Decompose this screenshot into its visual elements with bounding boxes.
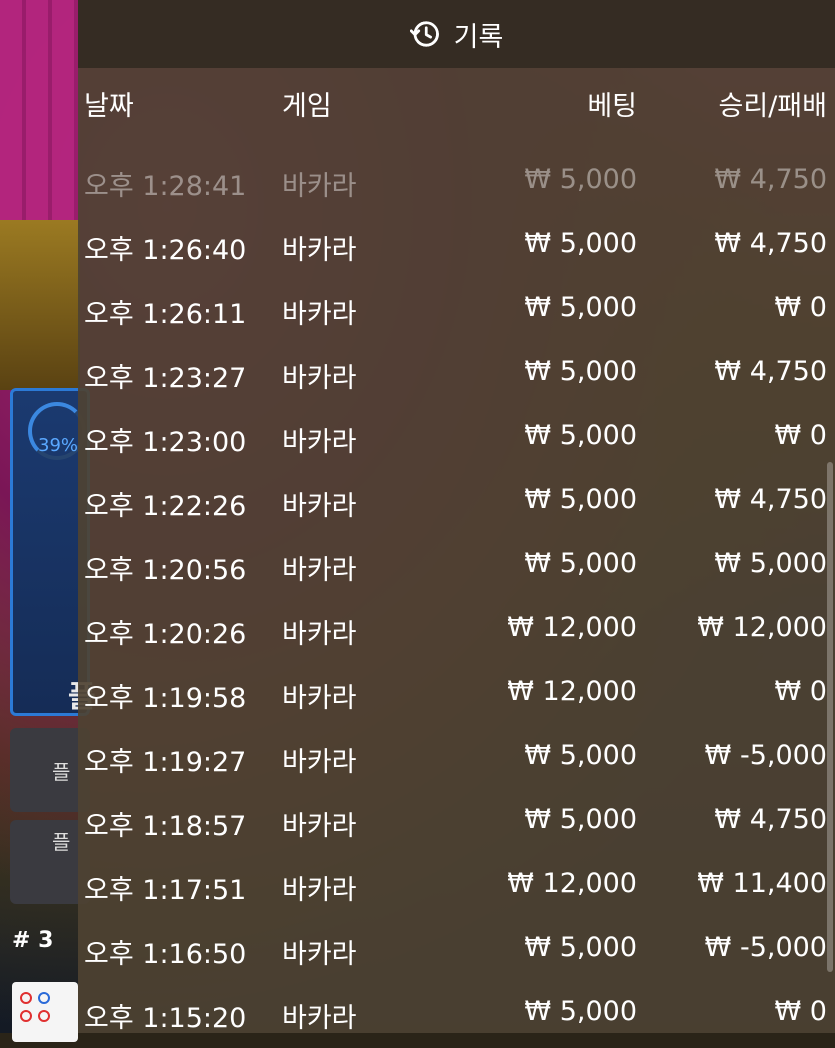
row-game: 바카라 <box>282 939 357 970</box>
row-result: ₩ 4,750 <box>714 804 827 835</box>
row-time: 오후 1:22:26 <box>84 491 247 522</box>
row-result: ₩ 0 <box>774 996 827 1027</box>
table-number: # 3 <box>12 928 54 953</box>
history-row[interactable]: 오후 1:28:41 바카라 ₩ 5,000 ₩ 4,750 <box>78 152 835 216</box>
row-result: ₩ 4,750 <box>714 484 827 515</box>
row-game: 바카라 <box>282 491 357 522</box>
row-bet: ₩ 5,000 <box>524 484 637 515</box>
history-row[interactable]: 오후 1:17:51 바카라 ₩ 12,000 ₩ 11,400 <box>78 856 835 920</box>
row-game: 바카라 <box>282 555 357 586</box>
scrollbar[interactable] <box>827 462 833 972</box>
history-panel: 기록 날짜 게임 베팅 승리/패배 오후 1:28:41 바카라 ₩ 5,000… <box>78 0 835 1034</box>
history-row[interactable]: 오후 1:26:11 바카라 ₩ 5,000 ₩ 0 <box>78 280 835 344</box>
row-bet: ₩ 5,000 <box>524 996 637 1027</box>
row-bet: ₩ 5,000 <box>524 228 637 259</box>
history-row[interactable]: 오후 1:26:40 바카라 ₩ 5,000 ₩ 4,750 <box>78 216 835 280</box>
row-time: 오후 1:26:40 <box>84 235 247 266</box>
side-bet-label: 플 <box>52 760 71 784</box>
row-result: ₩ -5,000 <box>704 932 827 963</box>
row-bet: ₩ 5,000 <box>524 804 637 835</box>
row-game: 바카라 <box>282 1003 357 1034</box>
column-header-bet: 베팅 <box>587 91 637 122</box>
row-bet: ₩ 5,000 <box>524 292 637 323</box>
history-row[interactable]: 오후 1:23:00 바카라 ₩ 5,000 ₩ 0 <box>78 408 835 472</box>
row-bet: ₩ 5,000 <box>524 548 637 579</box>
history-row[interactable]: 오후 1:20:56 바카라 ₩ 5,000 ₩ 5,000 <box>78 536 835 600</box>
row-result: ₩ 0 <box>774 292 827 323</box>
row-result: ₩ 4,750 <box>714 228 827 259</box>
column-header-game: 게임 <box>282 91 332 122</box>
row-bet: ₩ 5,000 <box>524 740 637 771</box>
row-time: 오후 1:23:00 <box>84 427 247 458</box>
row-time: 오후 1:17:51 <box>84 875 247 906</box>
row-result: ₩ 11,400 <box>697 868 827 899</box>
row-game: 바카라 <box>282 875 357 906</box>
row-game: 바카라 <box>282 747 357 778</box>
row-game: 바카라 <box>282 619 357 650</box>
row-time: 오후 1:18:57 <box>84 811 247 842</box>
row-bet: ₩ 5,000 <box>524 356 637 387</box>
row-time: 오후 1:26:11 <box>84 299 247 330</box>
row-time: 오후 1:15:20 <box>84 1003 247 1034</box>
history-row[interactable]: 오후 1:20:26 바카라 ₩ 12,000 ₩ 12,000 <box>78 600 835 664</box>
row-game: 바카라 <box>282 427 357 458</box>
history-row[interactable]: 오후 1:23:27 바카라 ₩ 5,000 ₩ 4,750 <box>78 344 835 408</box>
history-row[interactable]: 오후 1:19:27 바카라 ₩ 5,000 ₩ -5,000 <box>78 728 835 792</box>
row-game: 바카라 <box>282 683 357 714</box>
row-result: ₩ 4,750 <box>714 164 827 195</box>
history-icon <box>409 21 439 47</box>
row-bet: ₩ 12,000 <box>507 676 637 707</box>
row-game: 바카라 <box>282 363 357 394</box>
row-result: ₩ 5,000 <box>714 548 827 579</box>
bead-road <box>12 982 78 1042</box>
row-time: 오후 1:16:50 <box>84 939 247 970</box>
side-bet-label: 플 <box>52 830 71 854</box>
row-result: ₩ 0 <box>774 676 827 707</box>
row-result: ₩ 12,000 <box>697 612 827 643</box>
row-time: 오후 1:28:41 <box>84 171 247 202</box>
row-game: 바카라 <box>282 811 357 842</box>
row-game: 바카라 <box>282 299 357 330</box>
row-bet: ₩ 5,000 <box>524 932 637 963</box>
column-header-winloss: 승리/패배 <box>718 91 827 122</box>
row-game: 바카라 <box>282 235 357 266</box>
column-header-date: 날짜 <box>84 91 134 122</box>
row-time: 오후 1:19:27 <box>84 747 247 778</box>
row-time: 오후 1:20:56 <box>84 555 247 586</box>
row-game: 바카라 <box>282 171 357 202</box>
player-percent: 39% <box>38 435 79 456</box>
history-row[interactable]: 오후 1:16:50 바카라 ₩ 5,000 ₩ -5,000 <box>78 920 835 984</box>
row-result: ₩ 0 <box>774 420 827 451</box>
history-title: 기록 <box>453 21 504 53</box>
row-time: 오후 1:19:58 <box>84 683 247 714</box>
history-row[interactable]: 오후 1:18:57 바카라 ₩ 5,000 ₩ 4,750 <box>78 792 835 856</box>
row-time: 오후 1:23:27 <box>84 363 247 394</box>
history-row[interactable]: 오후 1:22:26 바카라 ₩ 5,000 ₩ 4,750 <box>78 472 835 536</box>
row-bet: ₩ 12,000 <box>507 612 637 643</box>
row-result: ₩ 4,750 <box>714 356 827 387</box>
row-bet: ₩ 5,000 <box>524 420 637 451</box>
row-time: 오후 1:20:26 <box>84 619 247 650</box>
studio-wall <box>0 0 80 220</box>
row-result: ₩ -5,000 <box>704 740 827 771</box>
game-table <box>0 220 80 390</box>
history-row[interactable]: 오후 1:19:58 바카라 ₩ 12,000 ₩ 0 <box>78 664 835 728</box>
history-row[interactable]: 오후 1:15:20 바카라 ₩ 5,000 ₩ 0 <box>78 984 835 1048</box>
history-header: 기록 <box>78 0 835 68</box>
row-bet: ₩ 12,000 <box>507 868 637 899</box>
row-bet: ₩ 5,000 <box>524 164 637 195</box>
